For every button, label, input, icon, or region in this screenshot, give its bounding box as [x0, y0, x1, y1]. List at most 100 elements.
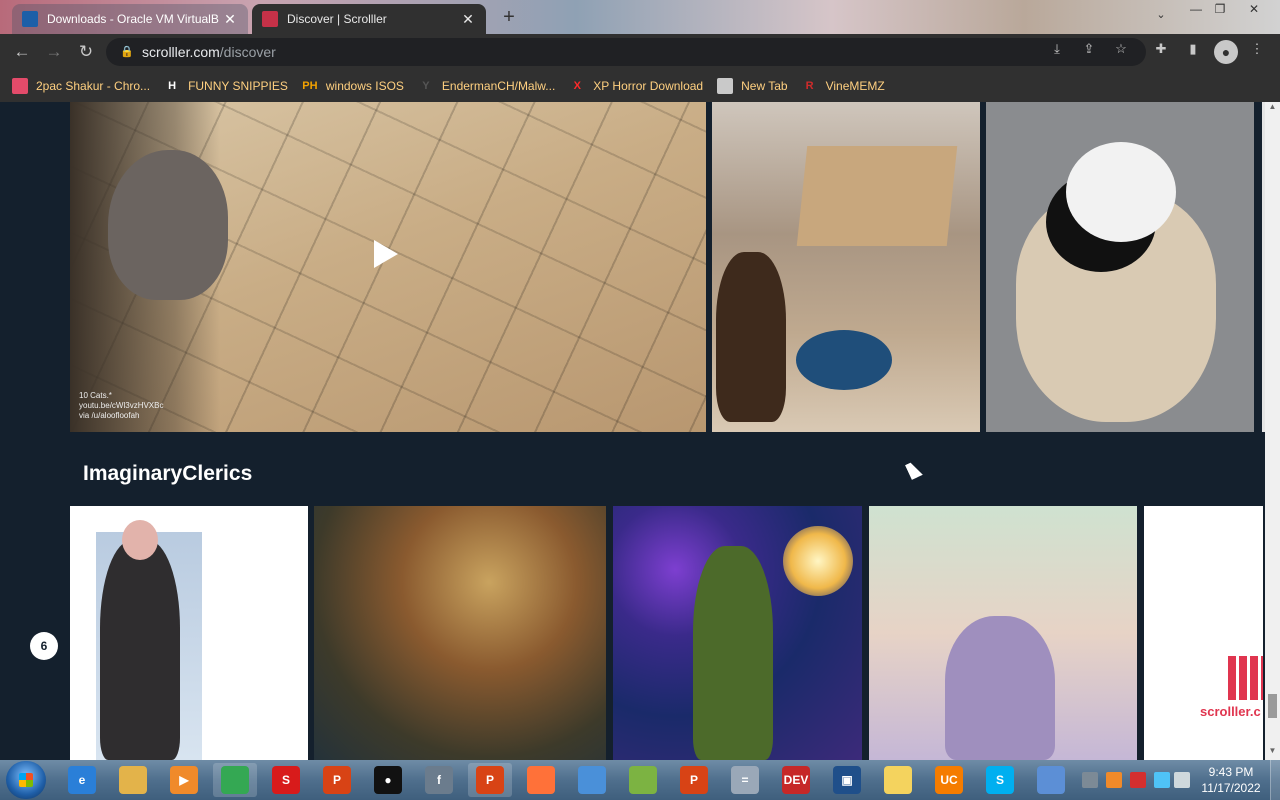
- scratch-icon: S: [272, 766, 300, 794]
- taskbar-app-ie[interactable]: e: [60, 763, 104, 797]
- image-tile-scrolller-placeholder[interactable]: scrolller.c: [1144, 506, 1263, 760]
- tab-discover-scrolller[interactable]: Discover | Scrolller ✕: [252, 4, 486, 34]
- image-tile-cleric-3[interactable]: [613, 506, 862, 760]
- taskbar-app-pea[interactable]: [621, 763, 665, 797]
- bookmark-label: New Tab: [741, 79, 788, 93]
- taskbar-app-devcpp[interactable]: DEV: [774, 763, 818, 797]
- show-desktop-button[interactable]: [1270, 760, 1280, 800]
- caption-line: youtu.be/cWl3vzHVXBc: [79, 401, 164, 410]
- bookmark-ph-icon: PH: [302, 80, 318, 92]
- tray-search-icon[interactable]: [1106, 772, 1122, 788]
- goblin-figure-image: [693, 546, 773, 760]
- caption-line: 10 Cats.*: [79, 391, 112, 400]
- tab-close-icon[interactable]: ✕: [222, 11, 238, 28]
- bookmark-item[interactable]: PH windows ISOS: [302, 78, 404, 94]
- extensions-icon[interactable]: ✚: [1152, 40, 1170, 58]
- taskbar-app-recorder[interactable]: ●: [366, 763, 410, 797]
- taskbar-app-chrome[interactable]: [213, 763, 257, 797]
- bookmark-label: EndermanCH/Malw...: [441, 79, 556, 93]
- chrome-icon: [221, 766, 249, 794]
- tab-close-icon[interactable]: ✕: [460, 11, 476, 28]
- taskbar-app-remote[interactable]: [1029, 763, 1073, 797]
- play-icon[interactable]: [374, 240, 398, 268]
- bookmark-label: VineMEMZ: [825, 79, 885, 93]
- close-window-icon[interactable]: ✕: [1242, 0, 1266, 18]
- bookmarks-bar: 2pac Shakur - Chro... H FUNNY SNIPPIES PH wi…: [0, 70, 1280, 102]
- taskbar-app-calculator[interactable]: =: [723, 763, 767, 797]
- taskbar-app-scratch[interactable]: S: [264, 763, 308, 797]
- taskbar-app-firefox[interactable]: [519, 763, 563, 797]
- paint-2-icon: P: [680, 766, 708, 794]
- cat-image: [108, 150, 228, 300]
- start-button[interactable]: [6, 761, 46, 799]
- tray-app-icon[interactable]: [1082, 772, 1098, 788]
- reload-icon[interactable]: ↻: [74, 40, 98, 64]
- lock-icon[interactable]: 🔒: [120, 45, 134, 59]
- network-icon[interactable]: [1154, 772, 1170, 788]
- bookmark-item[interactable]: R VineMEMZ: [802, 78, 885, 94]
- bookmark-item[interactable]: H FUNNY SNIPPIES: [164, 78, 288, 94]
- vertical-scrollbar[interactable]: ▲ ▼: [1265, 102, 1280, 760]
- scroll-up-icon[interactable]: ▲: [1268, 102, 1277, 112]
- scrolller-discover-page: 10 Cats.* youtu.be/cWl3vzHVXBc via /u/al…: [0, 102, 1280, 760]
- bookmark-item[interactable]: X XP Horror Download: [569, 78, 704, 94]
- back-icon[interactable]: ←: [10, 40, 34, 64]
- minimize-icon[interactable]: —: [1184, 0, 1208, 18]
- bookmark-item[interactable]: New Tab: [717, 78, 788, 94]
- image-tile-cat-in-bag[interactable]: [986, 102, 1254, 432]
- new-tab-button[interactable]: +: [498, 6, 520, 28]
- glowing-orb-image: [783, 526, 853, 596]
- install-app-icon[interactable]: ⤓: [1048, 40, 1066, 58]
- restore-icon[interactable]: ❐: [1208, 0, 1232, 18]
- taskbar-app-notes[interactable]: [876, 763, 920, 797]
- menu-kebab-icon[interactable]: ⋮: [1248, 40, 1266, 58]
- taskbar-app-paint-2[interactable]: P: [672, 763, 716, 797]
- video-tile-cats-maze[interactable]: 10 Cats.* youtu.be/cWl3vzHVXBc via /u/al…: [70, 102, 706, 432]
- volume-icon[interactable]: [1174, 772, 1190, 788]
- tab-search-icon[interactable]: ⌄: [1152, 8, 1170, 26]
- section-title[interactable]: ImaginaryClerics: [83, 462, 252, 486]
- side-panel-icon[interactable]: ▮: [1184, 40, 1202, 58]
- bookmark-site-icon: [12, 78, 28, 94]
- cat-image: [1066, 142, 1176, 242]
- scrollbar-thumb[interactable]: [1268, 694, 1277, 718]
- forward-icon[interactable]: →: [42, 40, 66, 64]
- address-bar[interactable]: 🔒 scrolller.com/discover: [106, 38, 1146, 66]
- scroll-down-icon[interactable]: ▼: [1268, 746, 1277, 756]
- taskbar-app-media-player[interactable]: ▶: [162, 763, 206, 797]
- bookmark-item[interactable]: 2pac Shakur - Chro...: [12, 78, 150, 94]
- profile-avatar-icon[interactable]: ●: [1214, 40, 1238, 64]
- taskbar-app-explorer[interactable]: [111, 763, 155, 797]
- taskbar-app-paint-running[interactable]: P: [468, 763, 512, 797]
- dog-image: [716, 252, 786, 422]
- clock-date: 11/17/2022: [1201, 781, 1261, 795]
- bookmark-globe-icon: [717, 78, 734, 94]
- taskbar-app-virtualbox[interactable]: ▣: [825, 763, 869, 797]
- image-tile-cleric-1[interactable]: [70, 506, 308, 760]
- bookmark-star-icon[interactable]: ☆: [1112, 40, 1130, 58]
- scrolller-logo-text: scrolller.c: [1200, 704, 1261, 719]
- share-icon[interactable]: ⇪: [1080, 40, 1098, 58]
- taskbar-app-uc-browser[interactable]: UC: [927, 763, 971, 797]
- firefox-icon: [527, 766, 555, 794]
- action-center-flag-icon[interactable]: [1130, 772, 1146, 788]
- timer-button[interactable]: 6: [30, 632, 58, 660]
- bookmark-x-icon: X: [573, 80, 581, 92]
- system-tray: [1074, 760, 1194, 800]
- food-bowl-image: [796, 330, 892, 390]
- image-tile-cleric-4[interactable]: [869, 506, 1137, 760]
- bookmark-label: FUNNY SNIPPIES: [188, 79, 288, 93]
- computer-icon: [578, 766, 606, 794]
- system-clock[interactable]: 9:43 PM 11/17/2022: [1196, 764, 1266, 796]
- taskbar-app-skype[interactable]: S: [978, 763, 1022, 797]
- devcpp-icon: DEV: [782, 766, 810, 794]
- image-tile-cleric-2[interactable]: [314, 506, 606, 760]
- window-titlebar: Downloads - Oracle VM VirtualB ✕ Discove…: [0, 0, 1280, 34]
- skype-icon: S: [986, 766, 1014, 794]
- bookmark-item[interactable]: Y EndermanCH/Malw...: [418, 78, 555, 94]
- tab-virtualbox-downloads[interactable]: Downloads - Oracle VM VirtualB ✕: [12, 4, 248, 34]
- taskbar-app-flash[interactable]: f: [417, 763, 461, 797]
- taskbar-app-computer[interactable]: [570, 763, 614, 797]
- taskbar-app-paint[interactable]: P: [315, 763, 359, 797]
- image-tile-dog-cat-box[interactable]: [712, 102, 980, 432]
